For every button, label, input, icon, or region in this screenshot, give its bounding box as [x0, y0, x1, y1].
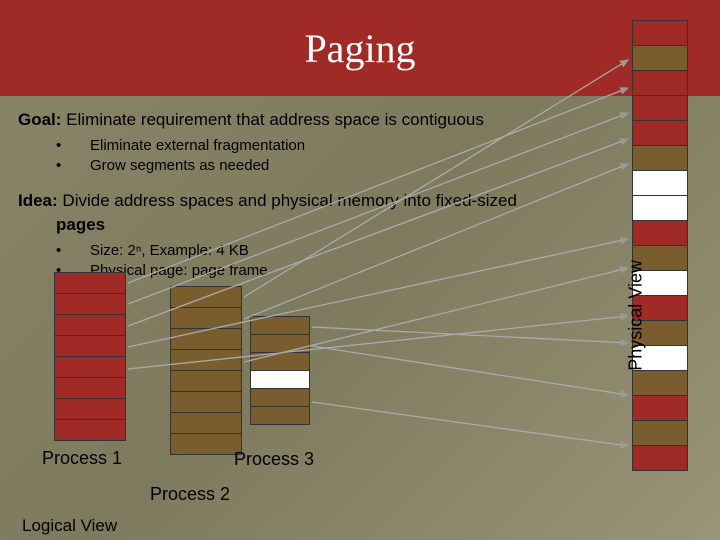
logical-page	[54, 335, 126, 357]
goal-text: Eliminate requirement that address space…	[61, 110, 483, 129]
goal-line: Goal: Eliminate requirement that address…	[18, 110, 610, 130]
goal-bullets: •Eliminate external fragmentation •Grow …	[56, 136, 610, 177]
logical-page	[54, 293, 126, 315]
phys-frame	[632, 420, 688, 446]
list-item: •Grow segments as needed	[56, 156, 610, 176]
logical-page	[54, 419, 126, 441]
content-area: Goal: Eliminate requirement that address…	[18, 110, 610, 295]
logical-page	[54, 356, 126, 378]
list-item: •Size: 2ⁿ, Example: 4 KB	[56, 241, 610, 261]
phys-frame	[632, 170, 688, 196]
process3-label: Process 3	[234, 449, 314, 470]
logical-page	[170, 328, 242, 350]
phys-frame	[632, 370, 688, 396]
logical-page	[250, 406, 310, 425]
logical-page	[170, 370, 242, 392]
phys-frame	[632, 95, 688, 121]
bullet-text: Eliminate external fragmentation	[90, 136, 305, 156]
logical-page	[54, 314, 126, 336]
phys-frame	[632, 145, 688, 171]
phys-frame	[632, 395, 688, 421]
logical-page	[54, 272, 126, 294]
process2-label: Process 2	[150, 484, 230, 505]
phys-frame	[632, 445, 688, 471]
logical-page	[170, 307, 242, 329]
logical-page	[170, 391, 242, 413]
goal-lead: Goal:	[18, 110, 61, 129]
idea-lead: Idea:	[18, 191, 58, 210]
logical-page	[170, 349, 242, 371]
bullet-icon: •	[56, 241, 90, 261]
idea-cont: pages	[56, 215, 610, 235]
list-item: •Physical page: page frame	[56, 261, 610, 281]
logical-page	[250, 370, 310, 389]
phys-frame	[632, 120, 688, 146]
idea-text: Divide address spaces and physical memor…	[58, 191, 517, 210]
logical-page	[250, 316, 310, 335]
phys-frame	[632, 70, 688, 96]
phys-frame	[632, 20, 688, 46]
bullet-text: Size: 2ⁿ, Example: 4 KB	[90, 241, 249, 261]
phys-frame	[632, 45, 688, 71]
logical-page	[170, 433, 242, 455]
physical-memory-column	[632, 20, 688, 470]
logical-page	[250, 334, 310, 353]
process1-label: Process 1	[42, 448, 122, 469]
header-bar: Paging	[0, 0, 720, 96]
process1-pages	[54, 272, 126, 440]
logical-page	[54, 398, 126, 420]
logical-view-label: Logical View	[22, 516, 117, 536]
phys-frame	[632, 220, 688, 246]
process3-pages	[250, 316, 310, 424]
slide: Paging Goal: Eliminate requirement that …	[0, 0, 720, 540]
bullet-icon: •	[56, 156, 90, 176]
bullet-text: Grow segments as needed	[90, 156, 269, 176]
logical-page	[170, 286, 242, 308]
logical-page	[170, 412, 242, 434]
phys-frame	[632, 195, 688, 221]
physical-view-label: Physical View	[626, 260, 647, 371]
logical-page	[54, 377, 126, 399]
page-title: Paging	[304, 25, 415, 72]
idea-line: Idea: Divide address spaces and physical…	[18, 191, 610, 211]
logical-page	[250, 352, 310, 371]
list-item: •Eliminate external fragmentation	[56, 136, 610, 156]
bullet-icon: •	[56, 136, 90, 156]
idea-bullets: •Size: 2ⁿ, Example: 4 KB •Physical page:…	[56, 241, 610, 282]
logical-page	[250, 388, 310, 407]
process2-pages	[170, 286, 242, 454]
